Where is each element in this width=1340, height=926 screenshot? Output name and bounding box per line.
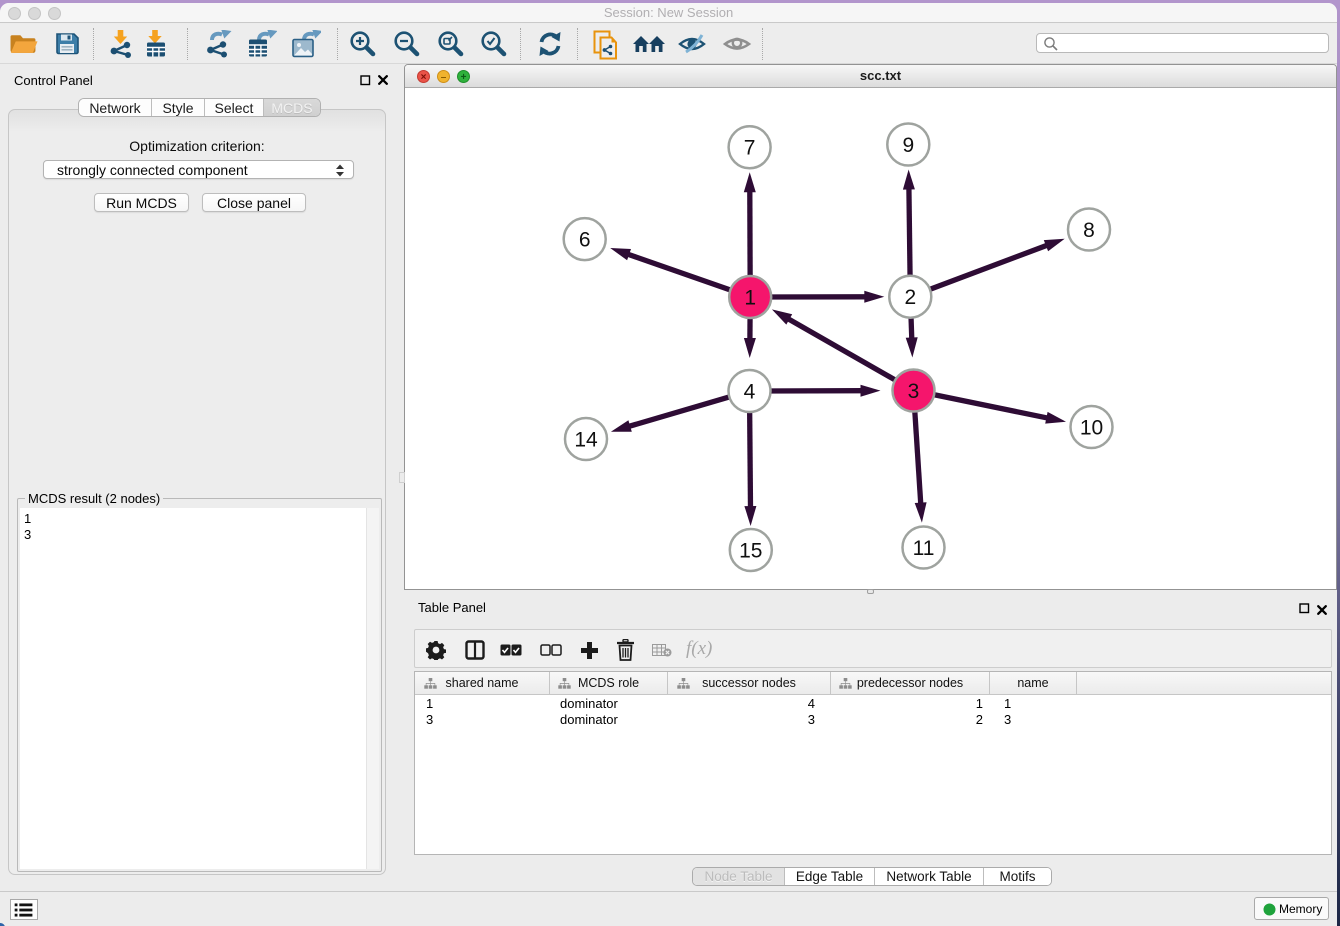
svg-text:7: 7 <box>744 137 756 160</box>
svg-text:14: 14 <box>574 428 598 451</box>
svg-text:11: 11 <box>913 537 935 560</box>
svg-text:3: 3 <box>908 380 920 403</box>
svg-text:6: 6 <box>579 228 591 251</box>
svg-text:8: 8 <box>1083 219 1095 242</box>
svg-text:4: 4 <box>744 380 756 403</box>
svg-text:10: 10 <box>1080 416 1103 439</box>
svg-text:9: 9 <box>902 134 914 157</box>
svg-text:15: 15 <box>739 539 762 562</box>
svg-text:2: 2 <box>904 286 916 309</box>
svg-text:1: 1 <box>744 286 756 309</box>
